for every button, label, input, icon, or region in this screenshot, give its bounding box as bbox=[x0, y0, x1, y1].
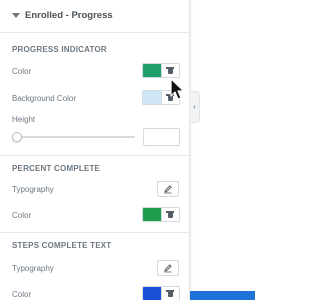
divider bbox=[0, 155, 189, 156]
steps-complete-text-heading: STEPS COMPLETE TEXT bbox=[12, 241, 112, 250]
divider bbox=[0, 232, 189, 233]
percent-color-clear-button[interactable] bbox=[162, 208, 180, 221]
pencil-icon bbox=[164, 185, 172, 194]
mouse-pointer-icon bbox=[170, 78, 185, 100]
steps-typography-edit-button[interactable] bbox=[157, 260, 179, 276]
percent-color-control bbox=[142, 207, 180, 222]
height-input[interactable] bbox=[143, 128, 180, 146]
progress-bg-color-label: Background Color bbox=[12, 94, 77, 103]
trash-icon bbox=[166, 211, 175, 218]
trash-icon bbox=[166, 67, 175, 74]
height-slider-handle[interactable] bbox=[12, 132, 22, 142]
pencil-icon bbox=[164, 264, 172, 273]
percent-typography-label: Typography bbox=[12, 185, 54, 194]
panel-toggle-button[interactable]: ‹ bbox=[190, 91, 200, 123]
progress-indicator-heading: PROGRESS INDICATOR bbox=[12, 45, 107, 54]
preview-accent-bar bbox=[190, 291, 255, 300]
height-label: Height bbox=[12, 115, 36, 124]
style-panel: Enrolled - Progress PROGRESS INDICATOR C… bbox=[0, 0, 190, 300]
percent-color-label: Color bbox=[12, 211, 32, 220]
height-slider-track[interactable] bbox=[12, 136, 135, 138]
section-header-title: Enrolled - Progress bbox=[25, 10, 113, 21]
steps-color-clear-button[interactable] bbox=[162, 287, 180, 300]
progress-color-clear-button[interactable] bbox=[162, 64, 180, 77]
progress-bg-color-swatch[interactable] bbox=[143, 91, 162, 104]
percent-color-swatch[interactable] bbox=[143, 208, 162, 221]
steps-color-control bbox=[142, 286, 180, 300]
steps-typography-label: Typography bbox=[12, 264, 54, 273]
progress-color-swatch[interactable] bbox=[143, 64, 162, 77]
percent-typography-edit-button[interactable] bbox=[157, 181, 179, 197]
caret-down-icon[interactable] bbox=[12, 13, 20, 18]
chevron-left-icon: ‹ bbox=[193, 102, 196, 111]
percent-complete-heading: PERCENT COMPLETE bbox=[12, 164, 101, 173]
progress-color-label: Color bbox=[12, 67, 32, 76]
trash-icon bbox=[166, 290, 175, 297]
section-header[interactable]: Enrolled - Progress bbox=[0, 0, 189, 33]
steps-color-label: Color bbox=[12, 290, 32, 299]
steps-color-swatch[interactable] bbox=[143, 287, 162, 300]
progress-color-control bbox=[142, 63, 180, 78]
